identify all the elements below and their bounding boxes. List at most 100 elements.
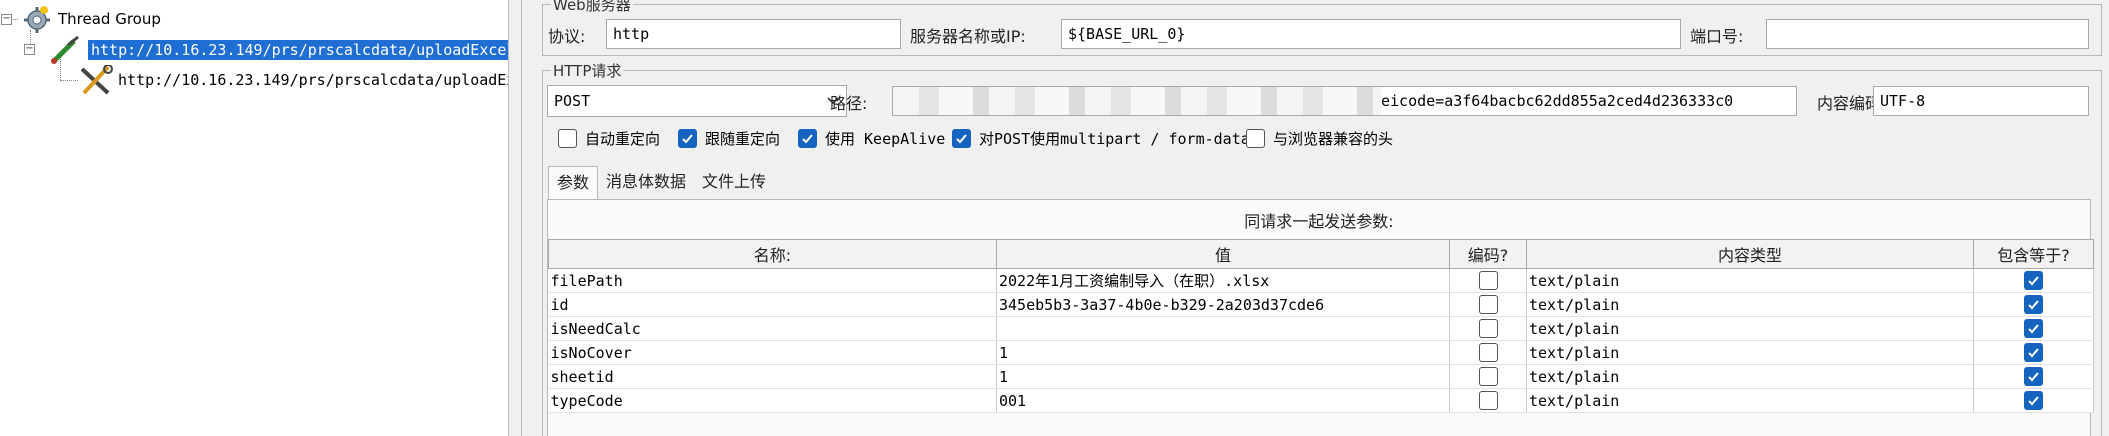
tab-file-upload[interactable]: 文件上传: [694, 166, 774, 200]
method-select[interactable]: POST: [547, 85, 847, 117]
checkbox-label: 自动重定向: [585, 130, 661, 148]
tree-item-http-sampler[interactable]: http://10.16.23.149/prs/prscalcdata/uplo…: [48, 35, 508, 65]
param-name-cell[interactable]: sheetid: [548, 364, 997, 389]
param-value-cell[interactable]: 2022年1月工资编制导入（在职）.xlsx: [996, 268, 1450, 293]
include-equals-checkbox[interactable]: [2024, 319, 2043, 338]
param-content-type-cell[interactable]: text/plain: [1526, 364, 1974, 389]
table-header-row: 名称: 值 编码? 内容类型 包含等于?: [548, 239, 2094, 269]
include-equals-checkbox[interactable]: [2024, 271, 2043, 290]
table-row[interactable]: id 345eb5b3-3a37-4b0e-b329-2a203d37cde6 te…: [548, 292, 2094, 317]
path-label: 路径:: [830, 94, 868, 113]
param-encode-cell[interactable]: [1449, 388, 1527, 413]
param-content-type-cell[interactable]: text/plain: [1526, 388, 1974, 413]
table-row[interactable]: typeCode 001 text/plain: [548, 388, 2094, 413]
param-name-cell[interactable]: filePath: [548, 268, 997, 293]
param-content-type-cell[interactable]: text/plain: [1526, 268, 1974, 293]
auto-redirect-checkbox[interactable]: 自动重定向: [558, 128, 660, 149]
column-header-encode[interactable]: 编码?: [1449, 239, 1527, 269]
method-value: POST: [554, 92, 591, 110]
redacted-region: [893, 87, 1381, 115]
checkbox-box: [798, 129, 817, 148]
param-encode-cell[interactable]: [1449, 316, 1527, 341]
param-value-cell[interactable]: 1: [996, 364, 1450, 389]
checkbox-label: 使用 KeepAlive: [825, 130, 946, 148]
table-row[interactable]: isNeedCalc text/plain: [548, 316, 2094, 341]
group-title: HTTP请求: [551, 60, 624, 81]
server-label: 服务器名称或IP:: [910, 27, 1026, 46]
collapse-toggle[interactable]: −: [24, 44, 35, 55]
param-value-cell[interactable]: 1: [996, 340, 1450, 365]
param-value-cell[interactable]: 345eb5b3-3a37-4b0e-b329-2a203d37cde6: [996, 292, 1450, 317]
param-name-cell[interactable]: isNoCover: [548, 340, 997, 365]
browser-headers-checkbox[interactable]: 与浏览器兼容的头: [1246, 128, 1393, 149]
parameters-table: 名称: 值 编码? 内容类型 包含等于? filePath 2022年1月工资编制…: [548, 239, 2094, 413]
table-row[interactable]: isNoCover 1 text/plain: [548, 340, 2094, 365]
follow-redirect-checkbox[interactable]: 跟随重定向: [678, 128, 780, 149]
param-encode-cell[interactable]: [1449, 292, 1527, 317]
keepalive-checkbox[interactable]: 使用 KeepAlive: [798, 128, 945, 149]
param-name-cell[interactable]: typeCode: [548, 388, 997, 413]
gear-icon: [22, 5, 52, 33]
checkbox-label: 对POST使用multipart / form-data: [979, 130, 1250, 148]
tree-item-label: http://10.16.23.149/prs/prscalcdata/uplo…: [88, 40, 508, 60]
tree-item-thread-group[interactable]: Thread Group: [22, 5, 161, 33]
encode-checkbox[interactable]: [1478, 367, 1498, 386]
encode-checkbox[interactable]: [1478, 319, 1498, 338]
checkbox-box: [558, 129, 577, 148]
parameters-panel: 同请求一起发送参数: 名称: 值 编码? 内容类型 包含等于? filePath…: [547, 199, 2094, 436]
encode-checkbox[interactable]: [1478, 295, 1498, 314]
checkbox-label: 跟随重定向: [705, 130, 781, 148]
tree-item-label: Thread Group: [58, 10, 161, 28]
param-encode-cell[interactable]: [1449, 340, 1527, 365]
pipette-icon: [48, 35, 86, 65]
tree-item-label: http://10.16.23.149/prs/prscalcdata/uplo…: [118, 71, 508, 89]
param-name-cell[interactable]: id: [548, 292, 997, 317]
param-include-equals-cell[interactable]: [1973, 316, 2094, 341]
column-header-value[interactable]: 值: [996, 239, 1450, 269]
include-equals-checkbox[interactable]: [2024, 367, 2043, 386]
request-tabs: 参数 消息体数据 文件上传: [548, 166, 774, 200]
port-input[interactable]: [1766, 19, 2089, 49]
multipart-checkbox[interactable]: 对POST使用multipart / form-data: [952, 128, 1250, 149]
param-encode-cell[interactable]: [1449, 268, 1527, 293]
tab-parameters[interactable]: 参数: [548, 166, 599, 200]
encode-checkbox[interactable]: [1478, 271, 1498, 290]
param-content-type-cell[interactable]: text/plain: [1526, 316, 1974, 341]
encode-checkbox[interactable]: [1478, 391, 1498, 410]
encode-checkbox[interactable]: [1478, 343, 1498, 362]
column-header-include-equals[interactable]: 包含等于?: [1973, 239, 2094, 269]
tab-body-data[interactable]: 消息体数据: [598, 166, 694, 200]
parameters-caption: 同请求一起发送参数:: [1244, 212, 1394, 231]
tree-item-result[interactable]: http://10.16.23.149/prs/prscalcdata/uplo…: [78, 64, 508, 95]
test-plan-tree: − − Thread Group http://10.16.23.149/prs…: [0, 0, 508, 436]
checkbox-box: [952, 129, 971, 148]
checkbox-label: 与浏览器兼容的头: [1273, 130, 1394, 148]
protocol-input[interactable]: http: [606, 19, 901, 49]
encoding-input[interactable]: UTF-8: [1873, 86, 2089, 116]
table-row[interactable]: filePath 2022年1月工资编制导入（在职）.xlsx text/plain: [548, 268, 2094, 293]
param-include-equals-cell[interactable]: [1973, 268, 2094, 293]
param-include-equals-cell[interactable]: [1973, 388, 2094, 413]
column-header-content-type[interactable]: 内容类型: [1526, 239, 1974, 269]
param-include-equals-cell[interactable]: [1973, 364, 2094, 389]
param-name-cell[interactable]: isNeedCalc: [548, 316, 997, 341]
path-input[interactable]: eicode=a3f64bacbc62dd855a2ced4d236333c0: [892, 86, 1797, 116]
param-include-equals-cell[interactable]: [1973, 292, 2094, 317]
table-row[interactable]: sheetid 1 text/plain: [548, 364, 2094, 389]
param-value-cell[interactable]: 001: [996, 388, 1450, 413]
collapse-toggle[interactable]: −: [1, 14, 12, 25]
param-encode-cell[interactable]: [1449, 364, 1527, 389]
server-input[interactable]: ${BASE_URL_0}: [1061, 19, 1681, 49]
split-pane-divider[interactable]: [508, 0, 522, 436]
tools-icon: [78, 64, 114, 95]
param-value-cell[interactable]: [996, 316, 1450, 341]
include-equals-checkbox[interactable]: [2024, 343, 2043, 362]
tree-connector: [60, 80, 78, 81]
port-label: 端口号:: [1690, 27, 1744, 46]
include-equals-checkbox[interactable]: [2024, 295, 2043, 314]
include-equals-checkbox[interactable]: [2024, 391, 2043, 410]
param-include-equals-cell[interactable]: [1973, 340, 2094, 365]
param-content-type-cell[interactable]: text/plain: [1526, 340, 1974, 365]
param-content-type-cell[interactable]: text/plain: [1526, 292, 1974, 317]
column-header-name[interactable]: 名称:: [548, 239, 997, 269]
